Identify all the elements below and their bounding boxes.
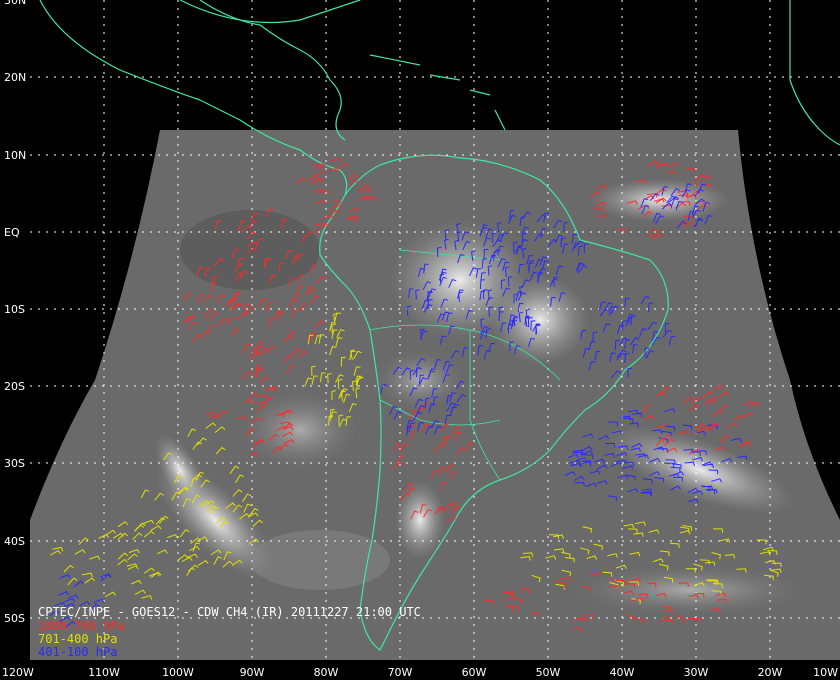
legend-high-level: 401-100 hPa — [38, 645, 118, 659]
lon-tick-label: 40W — [610, 666, 635, 679]
lon-tick-label: 90W — [240, 666, 265, 679]
lat-tick-label: 30S — [4, 457, 25, 470]
lat-tick-label: 10S — [4, 303, 25, 316]
lon-tick-label: 30W — [684, 666, 709, 679]
legend-low-level: 1000-700 hPa — [38, 619, 125, 633]
lon-tick-label: 120W — [2, 666, 34, 679]
lon-tick-label: 60W — [462, 666, 487, 679]
lon-tick-label: 100W — [162, 666, 194, 679]
lat-tick-label: 50S — [4, 612, 25, 625]
lat-tick-label: 10N — [4, 149, 26, 162]
product-title: CPTEC/INPE - GOES12 - CDW CH4 (IR) 20111… — [38, 605, 421, 619]
legend-mid-level: 701-400 hPa — [38, 632, 118, 646]
lat-tick-label: 20N — [4, 71, 26, 84]
lat-tick-label: 40S — [4, 535, 25, 548]
satellite-wind-map: 30N 20N 10N EQ 10S 20S 30S 40S 50S 120W 110W 100W 9… — [0, 0, 840, 680]
lon-tick-label: 80W — [314, 666, 339, 679]
lon-tick-label: 50W — [536, 666, 561, 679]
lon-tick-label: 20W — [758, 666, 783, 679]
lat-tick-label: 30N — [4, 0, 26, 7]
lon-tick-label: 10W — [813, 666, 838, 679]
lon-tick-label: 110W — [88, 666, 120, 679]
lat-tick-label: EQ — [4, 226, 20, 239]
lon-tick-label: 70W — [388, 666, 413, 679]
lat-tick-label: 20S — [4, 380, 25, 393]
